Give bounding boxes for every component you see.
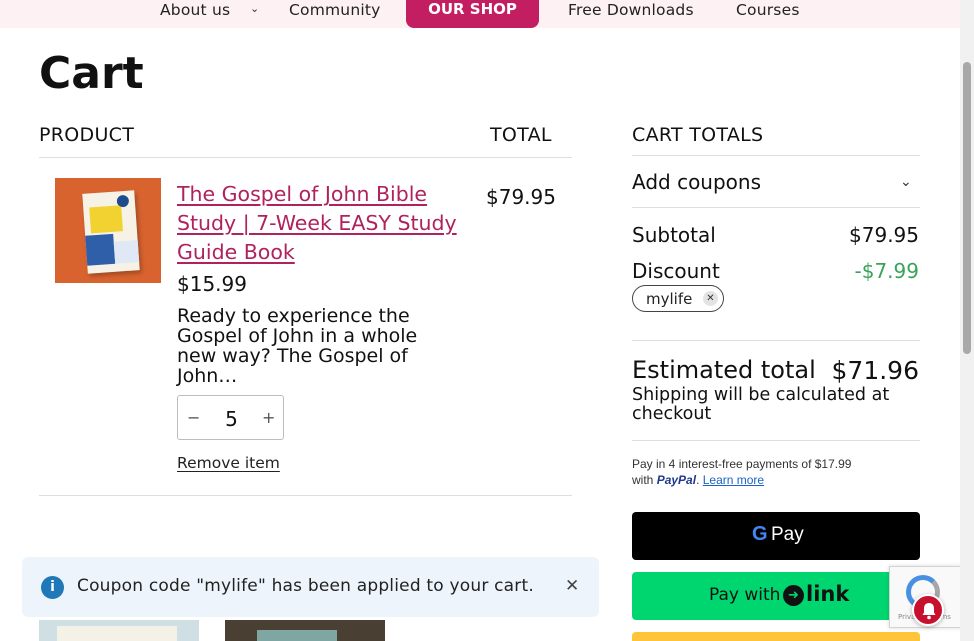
shipping-note: Shipping will be calculated at checkout bbox=[632, 385, 890, 424]
paypal-learn-more-link[interactable]: Learn more bbox=[703, 473, 764, 487]
book-cover bbox=[82, 190, 140, 274]
pay-with-link-button[interactable]: Pay with ➜ link bbox=[632, 572, 920, 620]
discount-label: Discount bbox=[632, 259, 720, 283]
paypal-with-text: with bbox=[632, 473, 654, 487]
estimated-total-label: Estimated total bbox=[632, 356, 816, 384]
add-coupons-toggle[interactable]: Add coupons bbox=[632, 170, 761, 194]
page-title: Cart bbox=[39, 48, 144, 99]
line-total: $79.95 bbox=[486, 185, 556, 209]
top-navigation: About us ⌄ Community OUR SHOP Free Downl… bbox=[0, 0, 960, 28]
close-icon[interactable]: ✕ bbox=[565, 576, 579, 596]
subtotal-value: $79.95 bbox=[849, 223, 919, 247]
divider bbox=[632, 155, 920, 156]
google-pay-label: Pay bbox=[771, 524, 804, 545]
pay-with-label: Pay with bbox=[709, 585, 781, 605]
nav-our-shop-label: OUR SHOP bbox=[428, 0, 517, 18]
nav-community[interactable]: Community bbox=[289, 0, 381, 20]
chevron-down-icon[interactable]: ⌄ bbox=[250, 2, 259, 15]
info-icon: i bbox=[41, 576, 64, 599]
product-description: Ready to experience the Gospel of John i… bbox=[177, 305, 418, 387]
bell-icon bbox=[922, 603, 936, 620]
nav-free-downloads[interactable]: Free Downloads bbox=[568, 0, 694, 20]
related-product-image[interactable] bbox=[39, 620, 199, 641]
cart-totals-header: CART TOTALS bbox=[632, 124, 764, 146]
nav-about-us[interactable]: About us bbox=[160, 0, 230, 20]
coupon-chip: mylife ✕ bbox=[632, 285, 724, 312]
subtotal-label: Subtotal bbox=[632, 223, 716, 247]
product-image[interactable] bbox=[55, 178, 161, 283]
divider bbox=[632, 340, 920, 341]
coupon-code: mylife bbox=[646, 290, 693, 308]
scrollbar-thumb[interactable] bbox=[963, 62, 971, 354]
divider bbox=[39, 157, 572, 158]
nav-courses[interactable]: Courses bbox=[736, 0, 800, 20]
increase-quantity-button[interactable]: + bbox=[262, 408, 275, 427]
discount-value: -$7.99 bbox=[854, 259, 919, 283]
link-brand-label: link bbox=[806, 582, 850, 606]
notification-bell-button[interactable] bbox=[912, 594, 944, 626]
paypal-pay-later-message: Pay in 4 interest-free payments of $17.9… bbox=[632, 457, 852, 487]
related-product-image[interactable] bbox=[225, 620, 385, 641]
notice-text: Coupon code "mylife" has been applied to… bbox=[77, 576, 534, 596]
product-column-header: PRODUCT bbox=[39, 124, 135, 146]
page-scrollbar[interactable] bbox=[960, 0, 974, 641]
remove-coupon-icon[interactable]: ✕ bbox=[703, 291, 718, 306]
chevron-down-icon[interactable]: ⌄ bbox=[900, 174, 912, 190]
google-g-icon: G bbox=[752, 523, 768, 545]
estimated-total-value: $71.96 bbox=[831, 356, 919, 385]
nav-our-shop-button[interactable]: OUR SHOP bbox=[406, 0, 539, 28]
divider bbox=[632, 207, 920, 208]
remove-item-link[interactable]: Remove item bbox=[177, 454, 280, 472]
google-pay-button[interactable]: G Pay bbox=[632, 512, 920, 560]
product-title-link[interactable]: The Gospel of John Bible Study | 7-Week … bbox=[177, 180, 467, 267]
divider bbox=[632, 440, 920, 441]
total-column-header: TOTAL bbox=[490, 124, 552, 146]
paypal-installments-text: Pay in 4 interest-free payments of $17.9… bbox=[632, 457, 852, 471]
divider bbox=[39, 495, 572, 496]
product-unit-price: $15.99 bbox=[177, 272, 247, 296]
link-arrow-icon: ➜ bbox=[783, 585, 804, 606]
coupon-applied-notice: i Coupon code "mylife" has been applied … bbox=[22, 557, 599, 617]
quantity-stepper: − 5 + bbox=[177, 395, 284, 440]
paypal-logo: PayPal bbox=[656, 473, 697, 487]
paypal-button[interactable] bbox=[632, 632, 920, 641]
